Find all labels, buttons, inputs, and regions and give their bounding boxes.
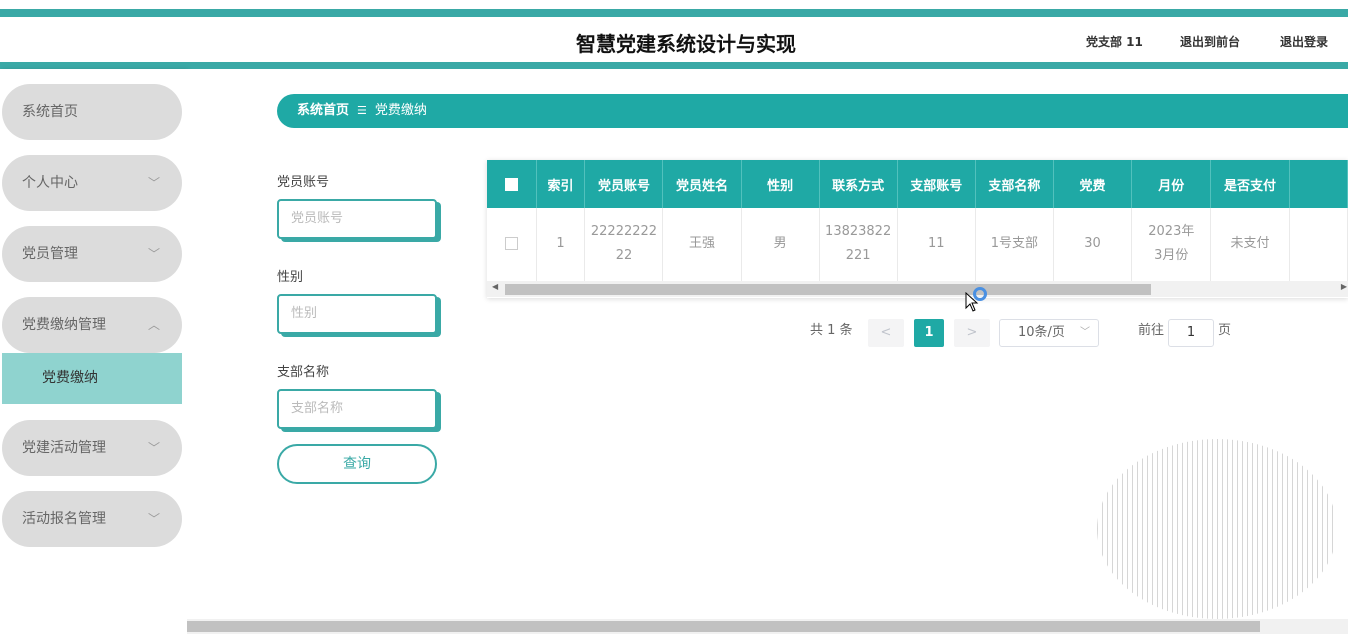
table-row: 1 2222222222 王强 男 13823822221 11 1号支部 30…: [487, 208, 1348, 282]
chevron-up-icon: ︿: [147, 318, 160, 332]
table-cell: 13823822221: [819, 208, 898, 282]
goto-suffix: 页: [1218, 323, 1232, 338]
logout-link[interactable]: 退出登录: [1280, 33, 1328, 50]
loading-spinner-icon: [973, 287, 987, 301]
query-button[interactable]: 查询: [277, 444, 437, 484]
chevron-down-icon: ﹀: [147, 176, 160, 190]
column-header[interactable]: 是否支付: [1210, 160, 1290, 208]
table-cell-actions: [1289, 208, 1348, 282]
page-horizontal-scrollbar[interactable]: [187, 619, 1348, 634]
table-horizontal-scrollbar[interactable]: ◀ ▶: [487, 281, 1348, 297]
scroll-left-icon[interactable]: ◀: [492, 282, 498, 291]
header-top-stripe: [0, 9, 1348, 17]
branch-label: 支部名称: [277, 365, 330, 380]
sidebar-item-label: 系统首页: [22, 104, 78, 120]
breadcrumb-current: 党费缴纳: [374, 103, 427, 118]
column-header[interactable]: 党员姓名: [662, 160, 742, 208]
decorative-striped-circle: [1097, 439, 1337, 619]
scrollbar-thumb[interactable]: [505, 284, 1151, 295]
app-title: 智慧党建系统设计与实现: [576, 32, 796, 56]
prev-page-button[interactable]: <: [868, 319, 904, 347]
sidebar-subitem-dues-payment[interactable]: 党费缴纳: [2, 353, 182, 404]
sidebar-item-label: 活动报名管理: [22, 511, 106, 527]
scrollbar-thumb[interactable]: [187, 621, 1260, 632]
branch-input[interactable]: 支部名称: [277, 389, 437, 429]
goto-page-input[interactable]: 1: [1168, 319, 1214, 347]
account-label: 党员账号: [277, 175, 330, 190]
chevron-down-icon: ﹀: [147, 247, 160, 261]
select-all-cell[interactable]: [487, 160, 537, 208]
column-header[interactable]: 支部账号: [897, 160, 976, 208]
column-header-actions: [1289, 160, 1348, 208]
gender-input[interactable]: 性别: [277, 294, 437, 334]
app-header: 智慧党建系统设计与实现 党支部 11 退出到前台 退出登录: [0, 17, 1348, 62]
table-cell: 1号支部: [975, 208, 1054, 282]
page-size-value: 10条/页: [1018, 325, 1065, 340]
sidebar-item-registration-management[interactable]: 活动报名管理 ﹀: [2, 491, 182, 547]
table-cell: 王强: [662, 208, 742, 282]
chevron-down-icon: ﹀: [147, 441, 160, 455]
chevron-down-icon: ﹀: [147, 512, 160, 526]
column-header[interactable]: 联系方式: [819, 160, 898, 208]
table-cell: 30: [1053, 208, 1133, 282]
sidebar-item-label: 个人中心: [22, 175, 78, 191]
sidebar-item-member-management[interactable]: 党员管理 ﹀: [2, 226, 182, 282]
column-header[interactable]: 党员账号: [584, 160, 664, 208]
account-input[interactable]: 党员账号: [277, 199, 437, 239]
breadcrumb: 系统首页 ☰ 党费缴纳: [277, 94, 1348, 128]
pagination-total: 共 1 条: [810, 323, 853, 338]
dues-table: 索引 党员账号 党员姓名 性别 联系方式 支部账号 支部名称 党费 月份 是否支…: [487, 160, 1348, 298]
breadcrumb-home[interactable]: 系统首页: [297, 103, 349, 118]
row-checkbox[interactable]: [504, 237, 518, 251]
sidebar-item-label: 党费缴纳管理: [22, 317, 106, 333]
goto-prefix: 前往: [1138, 323, 1165, 338]
select-all-checkbox[interactable]: [504, 177, 518, 191]
column-header[interactable]: 性别: [741, 160, 820, 208]
scroll-right-icon[interactable]: ▶: [1341, 282, 1347, 291]
main-content: 系统首页 ☰ 党费缴纳 党员账号 党员账号 性别 性别 支部名称 支部名称 查询 索…: [187, 69, 1348, 634]
header-bottom-stripe: [0, 62, 1348, 69]
column-header[interactable]: 支部名称: [975, 160, 1054, 208]
table-cell: 男: [741, 208, 820, 282]
sidebar: 系统首页 个人中心 ﹀ 党员管理 ﹀ 党费缴纳管理 ︿ 党费缴纳 党建活动管理 …: [0, 69, 187, 634]
chevron-down-icon: ﹀: [1080, 327, 1090, 338]
menu-icon: ☰: [357, 104, 367, 117]
sidebar-item-home[interactable]: 系统首页: [2, 84, 182, 140]
table-cell: 未支付: [1210, 208, 1290, 282]
sidebar-item-label: 党员管理: [22, 246, 78, 262]
table-cell: 2222222222: [584, 208, 664, 282]
sidebar-item-dues-management[interactable]: 党费缴纳管理 ︿: [2, 297, 182, 353]
row-select-cell[interactable]: [487, 208, 537, 282]
table-cell: 1: [536, 208, 586, 282]
exit-to-front-link[interactable]: 退出到前台: [1180, 33, 1240, 50]
sidebar-item-label: 党建活动管理: [22, 440, 106, 456]
current-user[interactable]: 党支部 11: [1086, 33, 1143, 50]
next-page-button[interactable]: >: [954, 319, 990, 347]
page-size-select[interactable]: 10条/页 ﹀: [999, 319, 1099, 347]
sidebar-item-activity-management[interactable]: 党建活动管理 ﹀: [2, 420, 182, 476]
page-1-button[interactable]: 1: [914, 319, 944, 347]
table-cell: 2023年3月份: [1131, 208, 1212, 282]
column-header[interactable]: 党费: [1053, 160, 1133, 208]
gender-label: 性别: [277, 270, 304, 285]
table-header-row: 索引 党员账号 党员姓名 性别 联系方式 支部账号 支部名称 党费 月份 是否支…: [487, 160, 1348, 208]
sidebar-item-personal-center[interactable]: 个人中心 ﹀: [2, 155, 182, 211]
table-cell: 11: [897, 208, 976, 282]
column-header[interactable]: 月份: [1131, 160, 1212, 208]
column-header[interactable]: 索引: [536, 160, 586, 208]
